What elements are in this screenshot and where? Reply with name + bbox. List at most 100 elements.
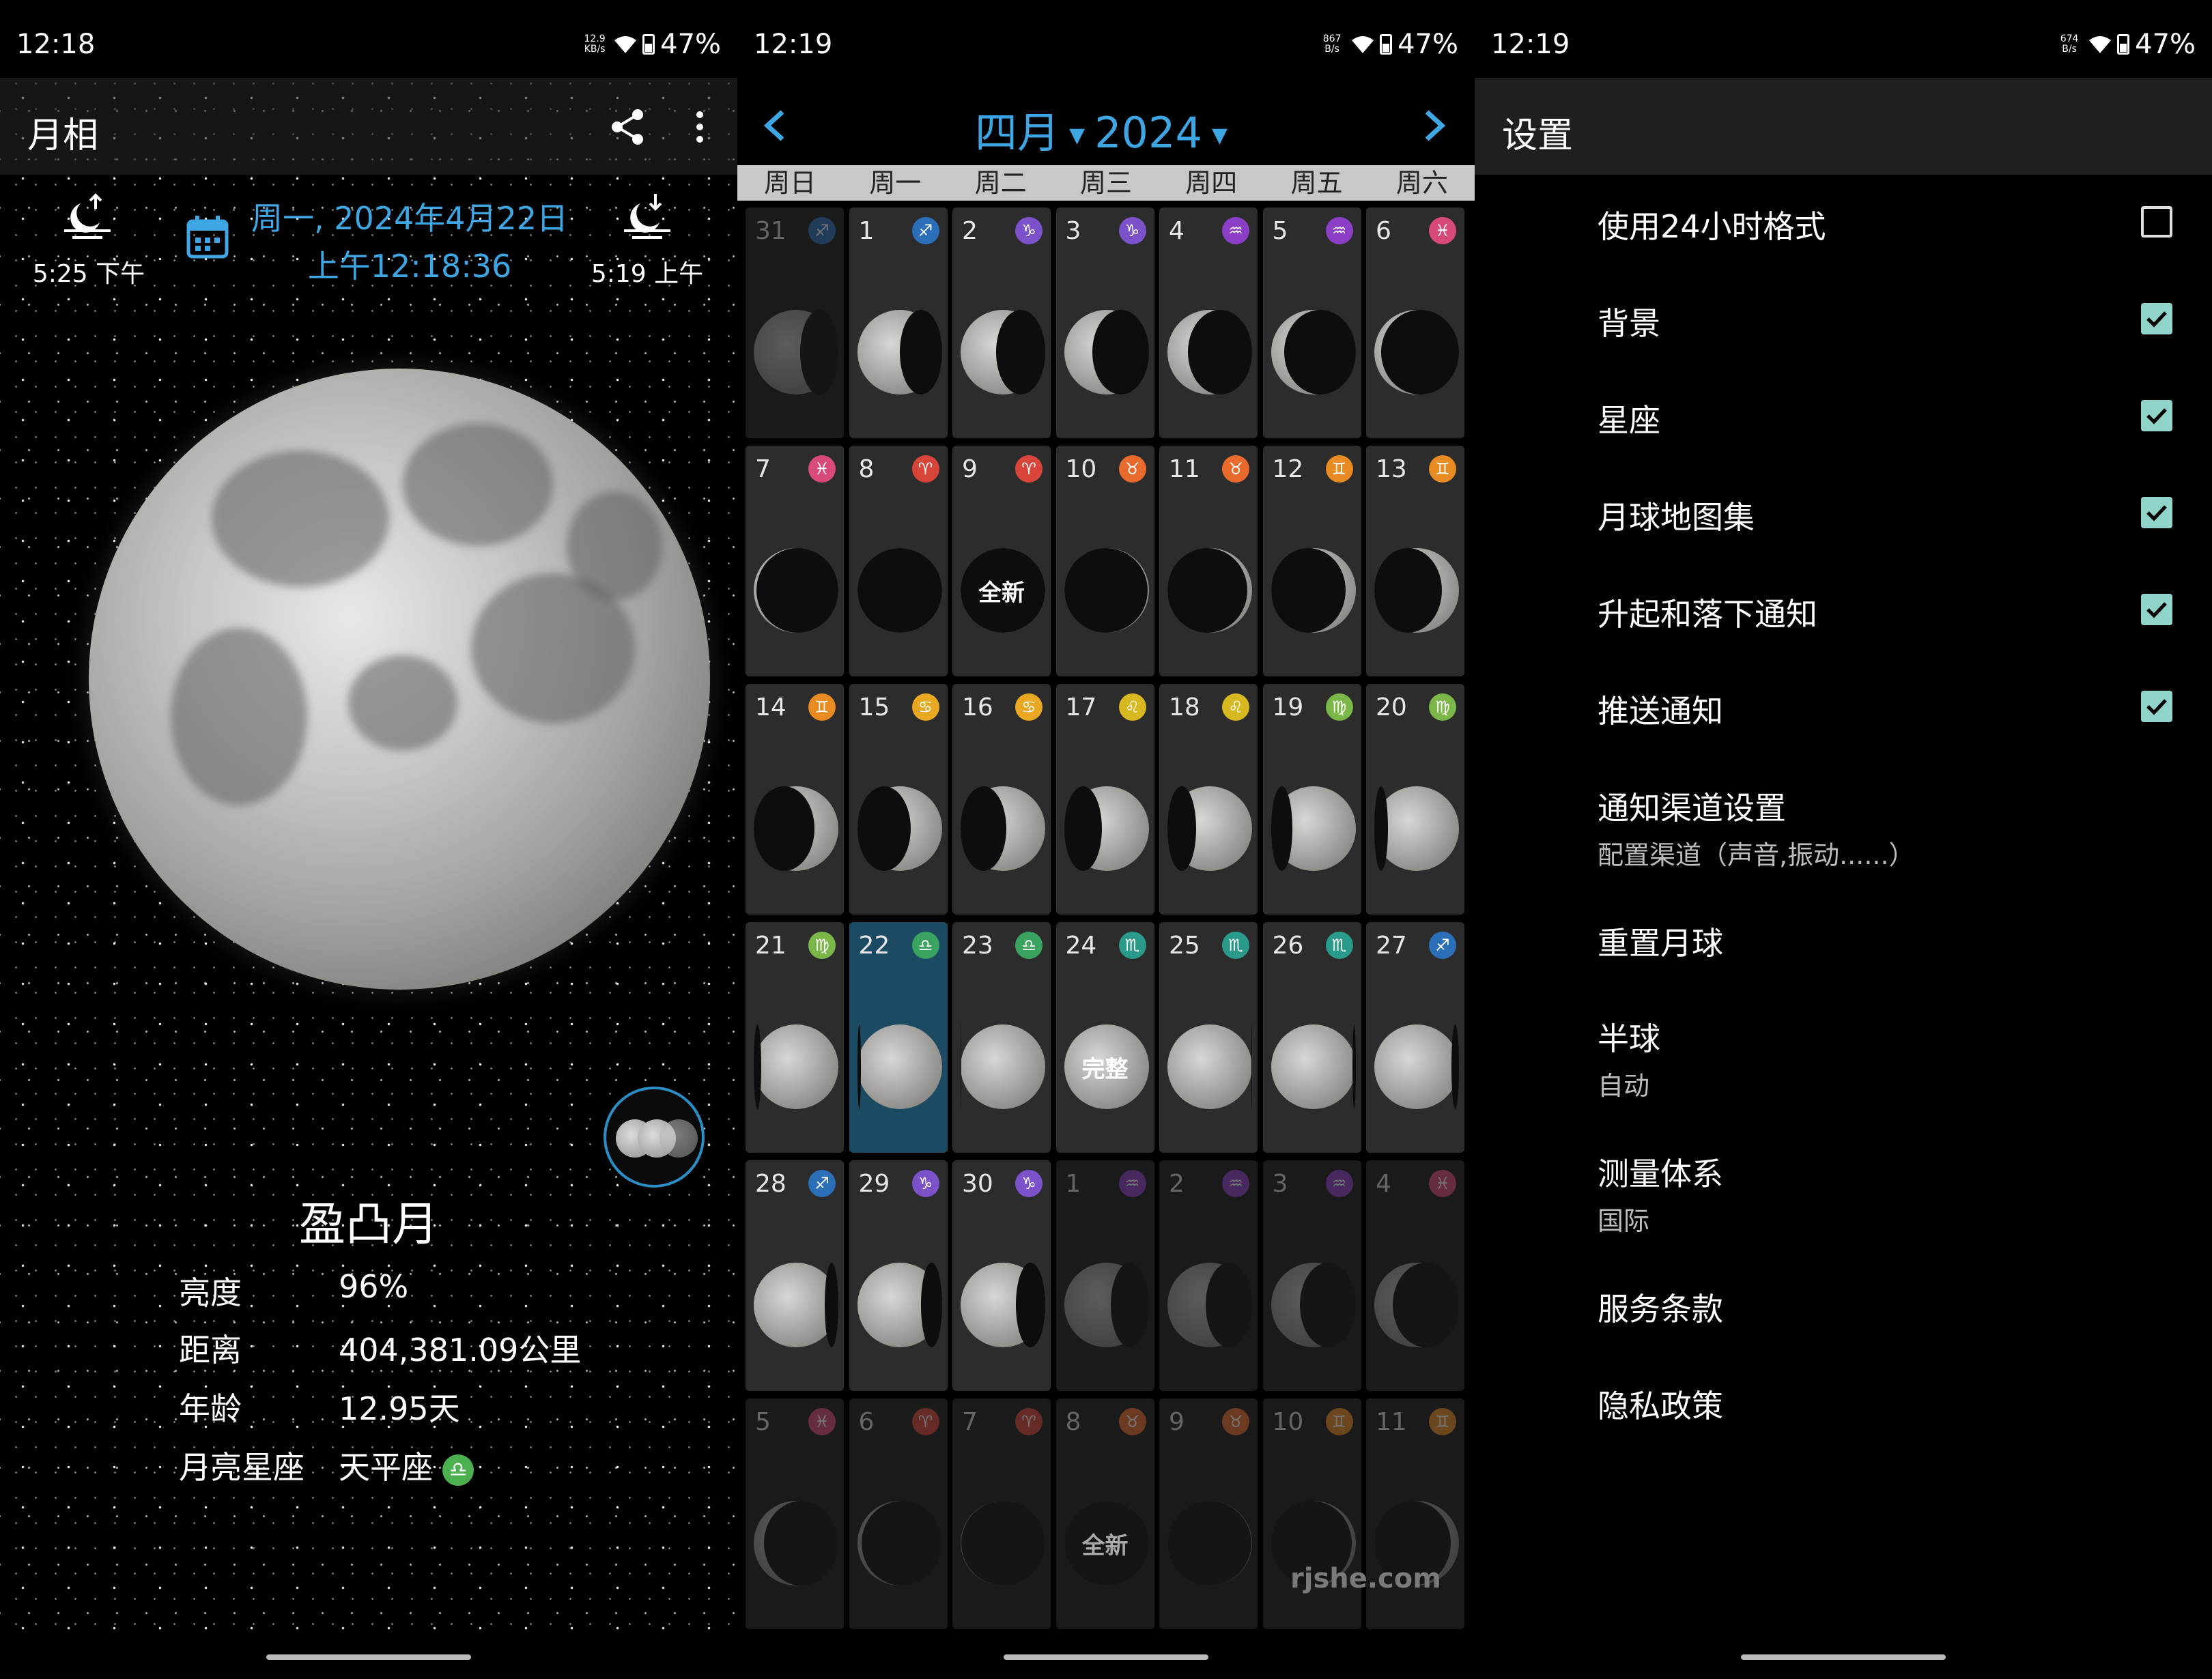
checkbox-push-notify[interactable] [2141, 691, 2172, 722]
weekday-label: 周六 [1395, 168, 1448, 198]
calendar-day-cell[interactable]: 2 ♒ [1159, 1160, 1258, 1391]
phase-toggle-button[interactable] [604, 1087, 705, 1188]
year-dropdown[interactable]: 2024 [1094, 108, 1202, 158]
calendar-day-cell[interactable]: 20 ♍ [1366, 684, 1464, 915]
calendar-day-cell[interactable]: 15 ♋ [849, 684, 948, 915]
setting-notification-channels[interactable]: 通知渠道设置 配置渠道（声音,振动......） [1598, 784, 2171, 872]
setting-subtitle: 国际 [1598, 1206, 1650, 1236]
moon-phase-icon [1167, 786, 1252, 871]
moon-shadow [1092, 310, 1149, 394]
calendar-day-cell[interactable]: 23 ♎ [952, 922, 1051, 1153]
calendar-day-cell[interactable]: 29 ♑ [849, 1160, 948, 1391]
setting-measurement[interactable]: 测量体系 国际 [1598, 1149, 2171, 1237]
more-vert-icon[interactable] [683, 106, 717, 147]
setting-push-notify[interactable]: 推送通知 [1598, 687, 2171, 732]
calendar-day-cell[interactable]: 4 ♓ [1366, 1160, 1464, 1391]
gesture-bar[interactable] [266, 1654, 471, 1660]
zodiac-icon: ♉ [1118, 455, 1146, 483]
checkbox-24h-format[interactable] [2141, 206, 2172, 238]
phase-label: 完整 [1081, 1056, 1129, 1083]
calendar-day-cell[interactable]: 9 ♉ [1159, 1398, 1258, 1629]
calendar-day-cell[interactable]: 31 ♐ [746, 207, 844, 438]
setting-reset-moon[interactable]: 重置月球 [1598, 919, 2171, 964]
calendar-day-cell[interactable]: 1 ♐ [849, 207, 948, 438]
calendar-day-cell[interactable]: 7 ♓ [746, 446, 844, 676]
chevron-right-icon[interactable] [1417, 105, 1451, 146]
zodiac-icon: ♒ [1118, 1170, 1146, 1197]
calendar-day-cell[interactable]: 25 ♏ [1159, 922, 1258, 1153]
day-number: 7 [962, 1408, 978, 1436]
calendar-day-cell[interactable]: 12 ♊ [1262, 446, 1361, 676]
calendar-day-cell[interactable]: 10 ♉ [1055, 446, 1154, 676]
moon-phase-icon [961, 786, 1045, 871]
calendar-day-cell[interactable]: 8 ♈ [849, 446, 948, 676]
zodiac-icon: ♋ [911, 693, 939, 721]
libra-icon: ♎ [442, 1454, 474, 1486]
calendar-day-cell[interactable]: 5 ♒ [1262, 207, 1361, 438]
moon-phase-icon [857, 310, 942, 394]
gesture-bar[interactable] [1004, 1654, 1208, 1660]
day-number: 7 [755, 455, 771, 483]
checkbox-background[interactable] [2141, 303, 2172, 334]
calendar-day-cell[interactable]: 9 ♈ 全新 [952, 446, 1051, 676]
calendar-day-cell[interactable]: 11 ♊ [1366, 1398, 1464, 1629]
moon-shadow [1271, 548, 1346, 633]
calendar-day-cell[interactable]: 30 ♑ [952, 1160, 1051, 1391]
calendar-day-cell[interactable]: 6 ♈ [849, 1398, 948, 1629]
calendar-day-cell[interactable]: 13 ♊ [1366, 446, 1464, 676]
calendar-day-cell[interactable]: 1 ♒ [1055, 1160, 1154, 1391]
calendar-day-cell[interactable]: 3 ♑ [1055, 207, 1154, 438]
calendar-day-cell[interactable]: 11 ♉ [1159, 446, 1258, 676]
calendar-day-cell[interactable]: 24 ♏ 完整 [1055, 922, 1154, 1153]
calendar-day-cell[interactable]: 27 ♐ [1366, 922, 1464, 1153]
calendar-day-cell[interactable]: 26 ♏ [1262, 922, 1361, 1153]
calendar-icon[interactable] [186, 214, 229, 259]
calendar-day-cell[interactable]: 17 ♌ [1055, 684, 1154, 915]
zodiac-icon: ♑ [1015, 1170, 1043, 1197]
setting-rise-set-notify[interactable]: 升起和落下通知 [1598, 590, 2171, 635]
month-dropdown[interactable]: 四月 [975, 108, 1060, 158]
checkbox-moon-atlas[interactable] [2141, 497, 2172, 528]
calendar-day-cell[interactable]: 16 ♋ [952, 684, 1051, 915]
battery-icon [2117, 34, 2130, 55]
calendar-day-cell[interactable]: 2 ♑ [952, 207, 1051, 438]
moon-shadow [756, 548, 838, 633]
setting-background[interactable]: 背景 [1598, 299, 2171, 344]
moon-sign-label: 月亮星座 [179, 1449, 304, 1486]
wifi-icon [2089, 36, 2112, 53]
zodiac-icon: ♏ [1325, 932, 1353, 959]
setting-hemisphere[interactable]: 半球 自动 [1598, 1014, 2171, 1102]
settings-screen: 12:19 674 B/s 47% 设置 使用24小时格式 背景 星座 月球地图集… [1475, 0, 2212, 1679]
gesture-bar[interactable] [1741, 1654, 1946, 1660]
calendar-day-cell[interactable]: 4 ♒ [1159, 207, 1258, 438]
day-number: 6 [858, 1408, 875, 1436]
calendar-day-cell[interactable]: 21 ♍ [746, 922, 844, 1153]
checkbox-constellation[interactable] [2141, 400, 2172, 431]
setting-constellation[interactable]: 星座 [1598, 396, 2171, 441]
calendar-day-cell[interactable]: 14 ♊ [746, 684, 844, 915]
calendar-day-cell[interactable]: 3 ♒ [1262, 1160, 1361, 1391]
setting-moon-atlas[interactable]: 月球地图集 [1598, 493, 2171, 538]
current-date[interactable]: 周一, 2024年4月22日 [246, 194, 573, 239]
day-number: 10 [1065, 455, 1097, 483]
calendar-day-cell[interactable]: 5 ♓ [746, 1398, 844, 1629]
calendar-day-cell[interactable]: 19 ♍ [1262, 684, 1361, 915]
calendar-day-cell[interactable]: 18 ♌ [1159, 684, 1258, 915]
zodiac-icon: ♒ [1222, 217, 1249, 244]
moon-phase-icon [1064, 310, 1149, 394]
zodiac-icon: ♐ [911, 217, 939, 244]
zodiac-icon: ♊ [1429, 1408, 1456, 1435]
setting-terms[interactable]: 服务条款 [1598, 1285, 2171, 1330]
calendar-day-cell[interactable]: 6 ♓ [1366, 207, 1464, 438]
calendar-day-cell[interactable]: 22 ♎ [849, 922, 948, 1153]
setting-24h-format[interactable]: 使用24小时格式 [1598, 202, 2171, 247]
setting-privacy[interactable]: 隐私政策 [1598, 1381, 2171, 1426]
calendar-day-cell[interactable]: 8 ♉ 全新 [1055, 1398, 1154, 1629]
calendar-day-cell[interactable]: 10 ♊ [1262, 1398, 1361, 1629]
moon-phase-icon [857, 1024, 942, 1109]
current-time[interactable]: 上午12:18:36 [246, 242, 573, 287]
share-icon[interactable] [608, 106, 649, 147]
calendar-day-cell[interactable]: 28 ♐ [746, 1160, 844, 1391]
calendar-day-cell[interactable]: 7 ♈ [952, 1398, 1051, 1629]
checkbox-rise-set-notify[interactable] [2141, 594, 2172, 625]
